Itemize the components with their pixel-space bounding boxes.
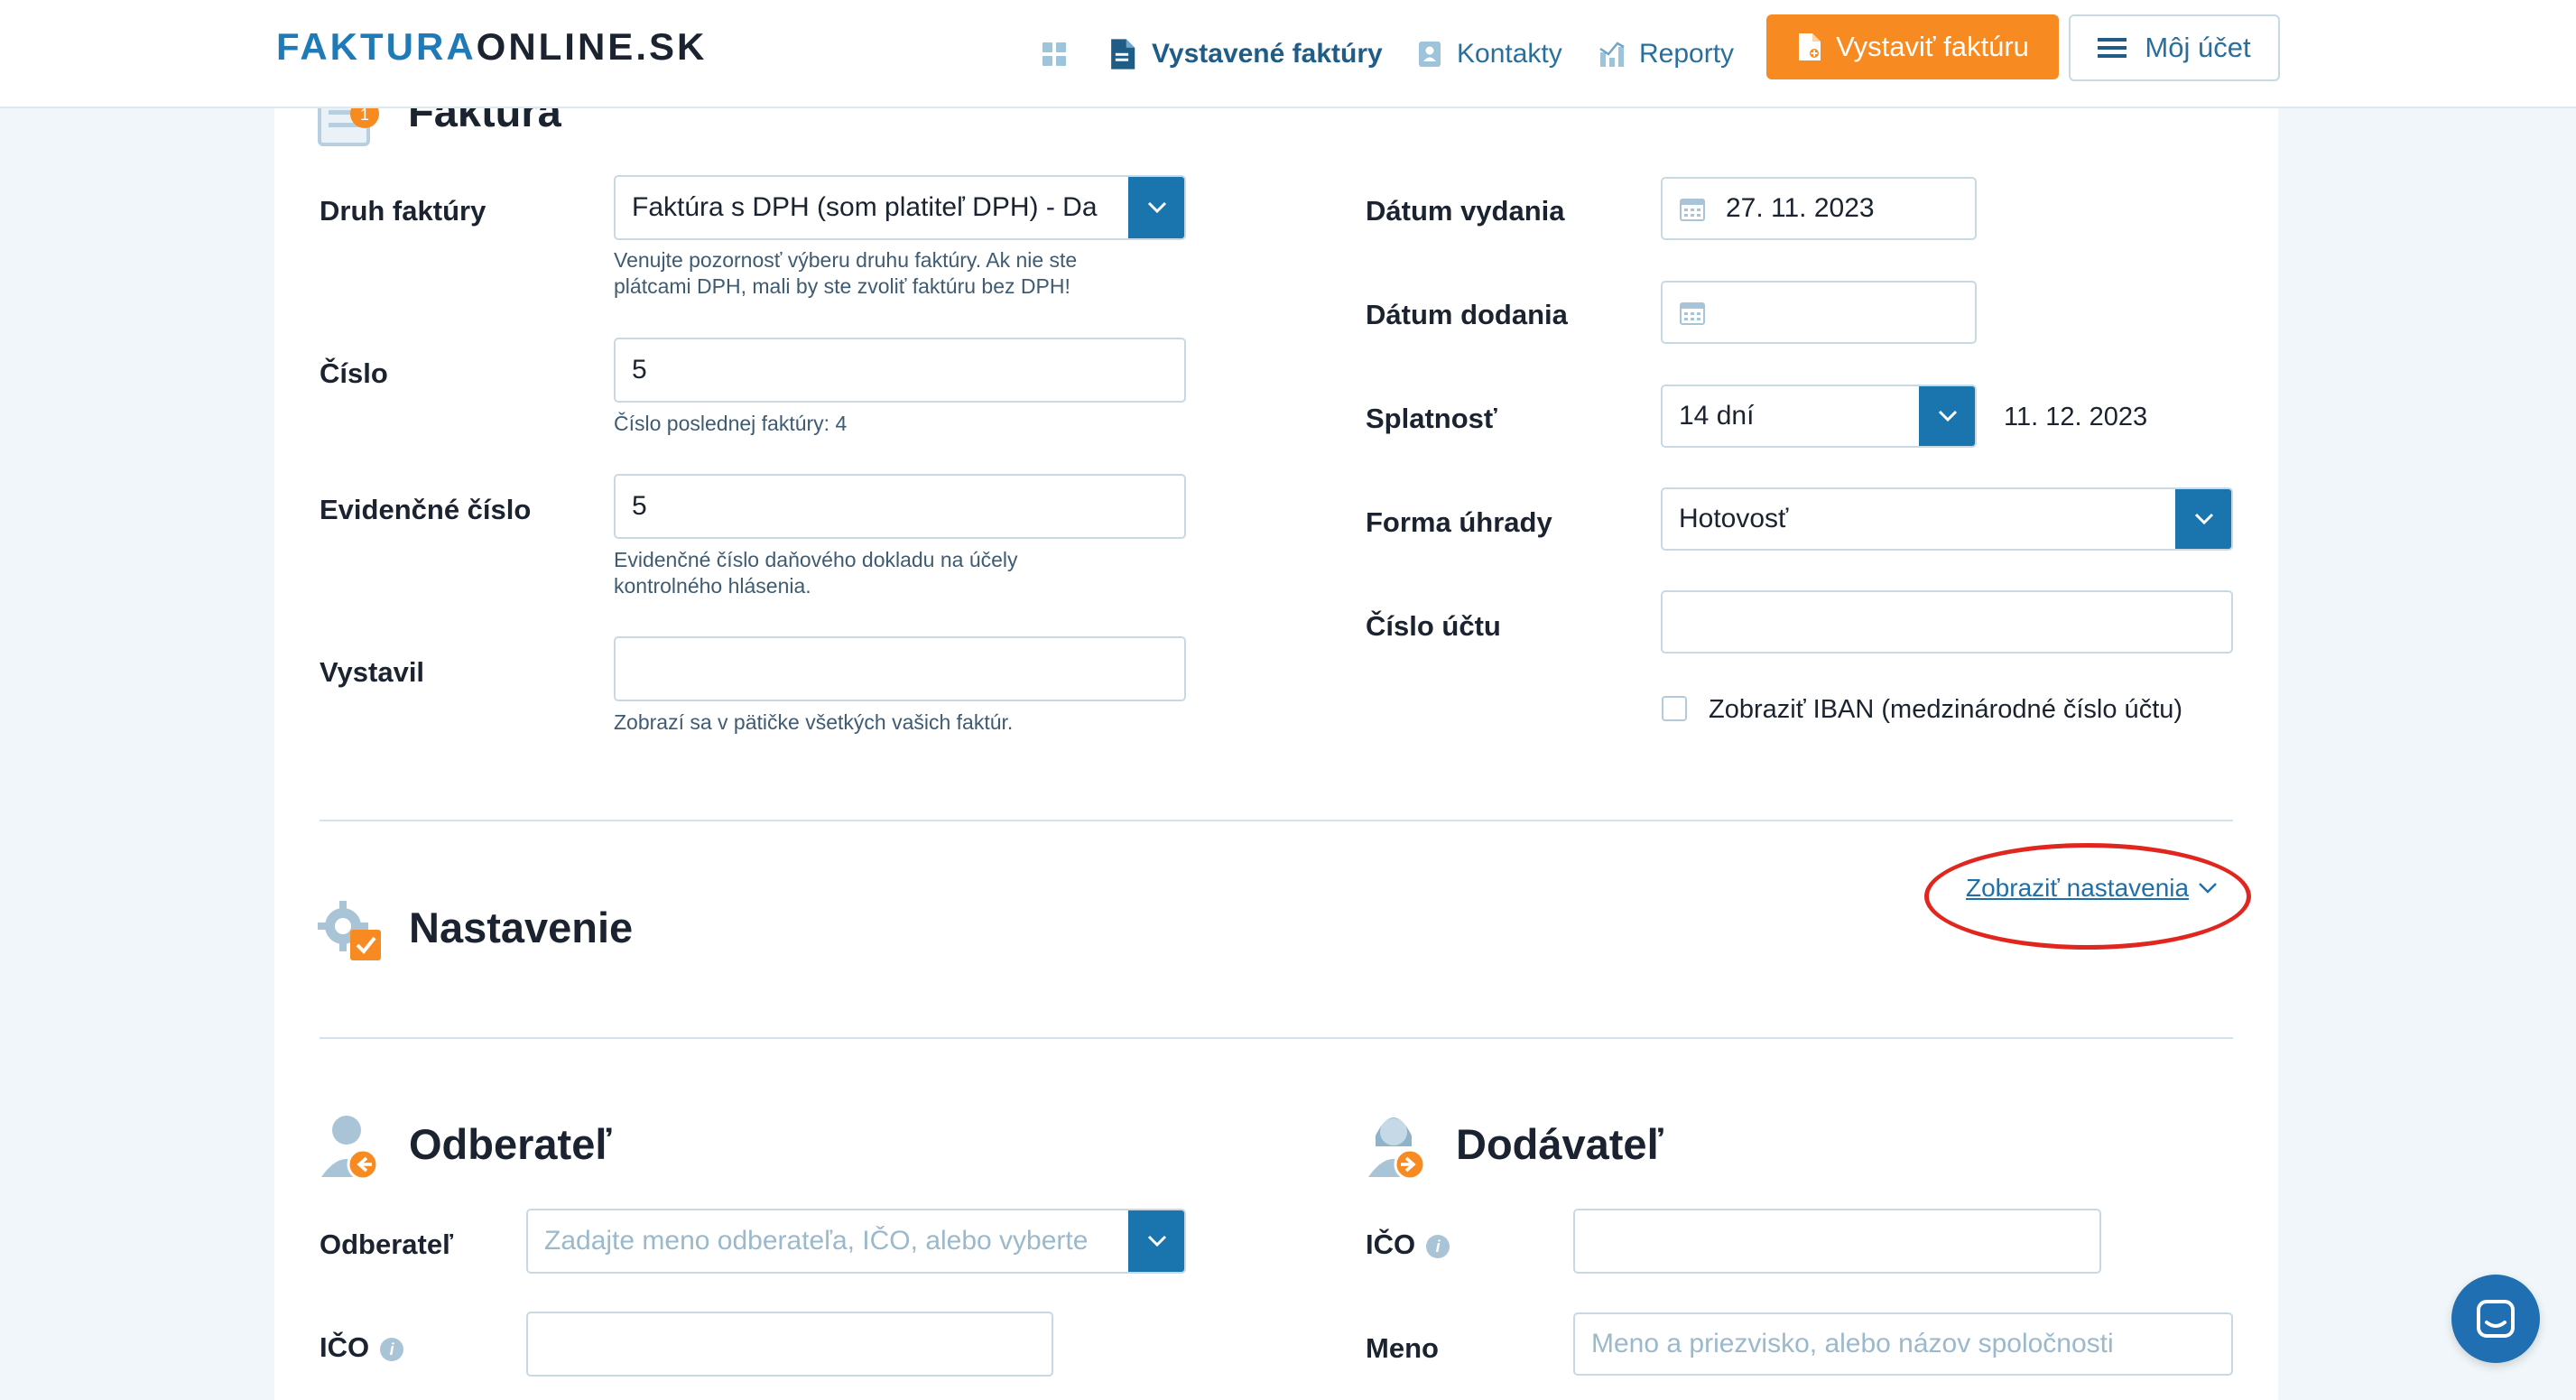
supplier-section-title: Dodávateľ — [1456, 1120, 1663, 1168]
nav-invoices[interactable]: Vystavené faktúry — [1105, 34, 1383, 74]
nav-reports[interactable]: Reporty — [1598, 34, 1734, 74]
show-iban-label[interactable]: Zobraziť IBAN (medzinárodné číslo účtu) — [1709, 695, 2182, 725]
supplier-avatar-icon — [1368, 1117, 1426, 1181]
customer-name-label: Odberateľ — [320, 1228, 454, 1260]
customer-section-title: Odberateľ — [409, 1120, 612, 1168]
invoice-type-hint-2: plátcami DPH, mali by ste zvoliť faktúru… — [614, 274, 1070, 298]
calendar-icon — [1680, 302, 1705, 325]
issue-date-input[interactable]: 27. 11. 2023 — [1661, 177, 1977, 240]
invoice-number-input[interactable]: 5 — [614, 338, 1186, 403]
chevron-down-icon — [1938, 410, 1958, 422]
chat-widget-button[interactable] — [2451, 1275, 2540, 1363]
evidence-number-input[interactable]: 5 — [614, 474, 1186, 539]
customer-search-placeholder: Zadajte meno odberateľa, IČO, alebo vybe… — [544, 1226, 1089, 1256]
chevron-down-icon — [1147, 1235, 1167, 1247]
show-iban-checkbox[interactable] — [1662, 696, 1687, 721]
customer-ico-text: IČO — [320, 1331, 370, 1363]
supplier-ico-text: IČO — [1366, 1228, 1416, 1260]
issued-by-label: Vystavil — [320, 656, 425, 688]
customer-dropdown-button[interactable] — [1128, 1210, 1184, 1272]
invoice-type-hint-1: Venujte pozornosť výberu druhu faktúry. … — [614, 248, 1078, 272]
evidence-number-label: Evidenčné číslo — [320, 494, 532, 525]
chat-icon — [2477, 1300, 2515, 1338]
invoice-type-label: Druh faktúry — [320, 195, 486, 227]
nav-contacts-label: Kontakty — [1457, 39, 1562, 69]
create-invoice-label: Vystaviť faktúru — [1836, 31, 2029, 62]
delivery-date-input[interactable] — [1661, 281, 1977, 344]
my-account-button[interactable]: Môj účet — [2069, 14, 2280, 81]
logo-part-1: FAKTURA — [276, 25, 477, 68]
settings-section-title: Nastavenie — [409, 904, 634, 951]
section-divider — [320, 1037, 2233, 1039]
highlight-annotation — [1924, 843, 2251, 950]
payment-method-label: Forma úhrady — [1366, 506, 1552, 538]
due-date-text: 11. 12. 2023 — [2004, 403, 2148, 431]
evidence-number-hint-2: kontrolného hlásenia. — [614, 574, 811, 598]
account-number-label: Číslo účtu — [1366, 610, 1501, 642]
contact-card-icon — [1419, 42, 1441, 67]
customer-search-input[interactable]: Zadajte meno odberateľa, IČO, alebo vybe… — [526, 1209, 1186, 1274]
new-invoice-icon — [1799, 33, 1821, 60]
customer-ico-label: IČO i — [320, 1331, 404, 1364]
payment-method-select[interactable]: Hotovosť — [1661, 487, 2233, 551]
svg-text:1: 1 — [360, 106, 369, 124]
issued-by-hint: Zobrazí sa v pätičke všetkých vašich fak… — [614, 710, 1014, 734]
dashboard-nav[interactable] — [1040, 34, 1069, 74]
supplier-ico-label: IČO i — [1366, 1228, 1450, 1261]
info-icon[interactable]: i — [380, 1337, 404, 1361]
chevron-down-icon — [1147, 201, 1167, 214]
supplier-name-input[interactable]: Meno a priezvisko, alebo názov spoločnos… — [1573, 1312, 2233, 1376]
payment-method-dropdown-button[interactable] — [2175, 489, 2231, 549]
invoice-number-label: Číslo — [320, 357, 388, 389]
delivery-date-label: Dátum dodania — [1366, 299, 1568, 330]
chevron-down-icon — [2194, 513, 2214, 525]
issued-by-input[interactable] — [614, 636, 1186, 701]
reports-chart-icon — [1599, 42, 1625, 67]
due-select[interactable]: 14 dní — [1661, 385, 1977, 448]
top-navigation-bar: FAKTURAONLINE.SK Vystavené faktúry Konta… — [0, 0, 2576, 108]
my-account-label: Môj účet — [2145, 32, 2251, 63]
info-icon[interactable]: i — [1426, 1234, 1450, 1258]
nav-invoices-label: Vystavené faktúry — [1152, 39, 1383, 69]
evidence-number-hint-1: Evidenčné číslo daňového dokladu na účel… — [614, 548, 1018, 571]
nav-contacts[interactable]: Kontakty — [1415, 34, 1562, 74]
evidence-number-value: 5 — [632, 491, 647, 521]
payment-method-value: Hotovosť — [1679, 504, 1789, 533]
customer-avatar-icon — [321, 1116, 379, 1181]
supplier-name-label: Meno — [1366, 1332, 1439, 1364]
invoice-type-select[interactable]: Faktúra s DPH (som platiteľ DPH) - Da — [614, 175, 1186, 240]
invoice-type-value: Faktúra s DPH (som platiteľ DPH) - Da — [632, 192, 1098, 222]
dashboard-grid-icon — [1042, 42, 1066, 66]
section-divider — [320, 820, 2233, 821]
invoice-number-value: 5 — [632, 355, 647, 385]
due-value: 14 dní — [1679, 401, 1755, 431]
invoice-form-card — [274, 107, 2278, 1400]
invoice-number-hint: Číslo poslednej faktúry: 4 — [614, 412, 848, 435]
due-label: Splatnosť — [1366, 403, 1497, 434]
hamburger-menu-icon — [2098, 38, 2127, 58]
document-icon — [1111, 39, 1135, 70]
nav-reports-label: Reporty — [1639, 39, 1735, 69]
issue-date-value: 27. 11. 2023 — [1726, 193, 1875, 223]
issue-date-label: Dátum vydania — [1366, 195, 1565, 227]
invoice-type-dropdown-button[interactable] — [1128, 177, 1184, 238]
settings-gear-icon — [318, 901, 381, 960]
customer-ico-input[interactable] — [526, 1312, 1053, 1377]
account-number-input[interactable] — [1661, 590, 2233, 654]
supplier-name-placeholder: Meno a priezvisko, alebo názov spoločnos… — [1591, 1329, 2114, 1358]
supplier-ico-input[interactable] — [1573, 1209, 2101, 1274]
logo-part-2: ONLINE.SK — [476, 25, 708, 68]
calendar-icon — [1680, 199, 1705, 221]
due-dropdown-button[interactable] — [1919, 386, 1975, 446]
logo[interactable]: FAKTURAONLINE.SK — [276, 25, 707, 69]
create-invoice-button[interactable]: Vystaviť faktúru — [1766, 14, 2059, 79]
